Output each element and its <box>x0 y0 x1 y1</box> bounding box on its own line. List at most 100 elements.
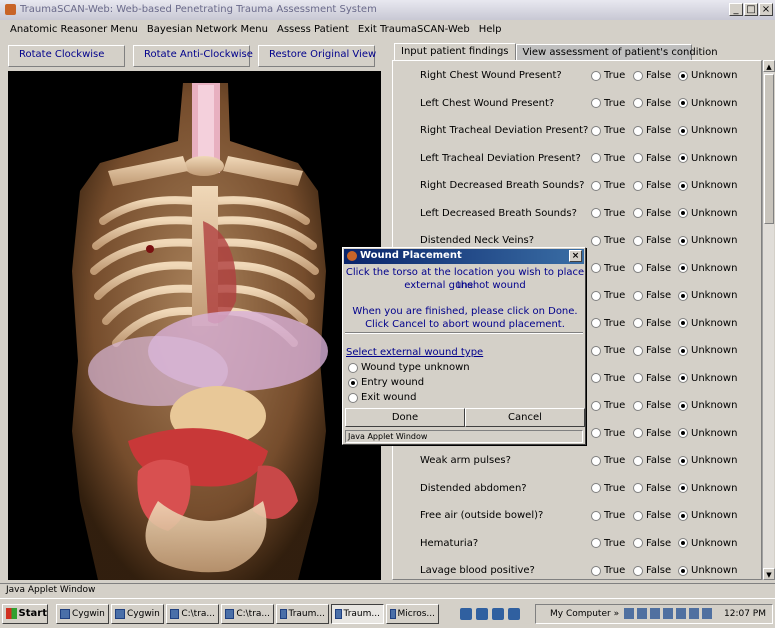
findings-scrollbar[interactable]: ▲ ▼ <box>762 60 775 580</box>
wound-type-entry-radio[interactable]: Entry wound <box>348 377 424 388</box>
taskbar-task-button[interactable]: Traum... <box>276 604 329 624</box>
tray-icon[interactable] <box>650 608 660 619</box>
finding-option-unknown-radio[interactable]: Unknown <box>678 428 737 439</box>
taskbar-task-button[interactable]: C:\tra... <box>221 604 274 624</box>
finding-option-true-radio[interactable]: True <box>591 565 625 576</box>
finding-option-false-radio[interactable]: False <box>633 400 671 411</box>
scroll-thumb[interactable] <box>764 74 774 224</box>
finding-option-unknown-radio[interactable]: Unknown <box>678 263 737 274</box>
menu-exit[interactable]: Exit TraumaSCAN-Web <box>358 20 475 41</box>
scroll-down-arrow[interactable]: ▼ <box>763 568 775 580</box>
finding-option-false-radio[interactable]: False <box>633 263 671 274</box>
finding-option-false-radio[interactable]: False <box>633 318 671 329</box>
finding-option-true-radio[interactable]: True <box>591 235 625 246</box>
finding-option-true-radio[interactable]: True <box>591 455 625 466</box>
finding-option-true-radio[interactable]: True <box>591 98 625 109</box>
finding-option-unknown-radio[interactable]: Unknown <box>678 455 737 466</box>
finding-option-true-radio[interactable]: True <box>591 400 625 411</box>
tray-icon[interactable] <box>676 608 686 619</box>
finding-option-unknown-radio[interactable]: Unknown <box>678 565 737 576</box>
finding-option-false-radio[interactable]: False <box>633 208 671 219</box>
finding-option-true-radio[interactable]: True <box>591 510 625 521</box>
wound-type-unknown-radio[interactable]: Wound type unknown <box>348 362 470 373</box>
tray-icon[interactable] <box>663 608 673 619</box>
finding-option-unknown-radio[interactable]: Unknown <box>678 235 737 246</box>
finding-option-unknown-radio[interactable]: Unknown <box>678 400 737 411</box>
finding-option-false-radio[interactable]: False <box>633 538 671 549</box>
torso-model-image[interactable] <box>8 71 381 580</box>
quicklaunch-icon[interactable] <box>476 608 488 620</box>
finding-option-true-radio[interactable]: True <box>591 125 625 136</box>
finding-option-false-radio[interactable]: False <box>633 455 671 466</box>
finding-option-unknown-radio[interactable]: Unknown <box>678 208 737 219</box>
finding-option-true-radio[interactable]: True <box>591 373 625 384</box>
minimize-button[interactable]: _ <box>729 3 743 16</box>
finding-option-true-radio[interactable]: True <box>591 208 625 219</box>
finding-option-false-radio[interactable]: False <box>633 125 671 136</box>
tray-icon[interactable] <box>689 608 699 619</box>
finding-option-false-radio[interactable]: False <box>633 235 671 246</box>
finding-option-false-radio[interactable]: False <box>633 483 671 494</box>
taskbar-task-button[interactable]: Cygwin <box>111 604 164 624</box>
scroll-up-arrow[interactable]: ▲ <box>763 60 775 72</box>
tab-input-findings[interactable]: Input patient findings <box>394 43 516 60</box>
finding-option-false-radio[interactable]: False <box>633 345 671 356</box>
finding-option-unknown-radio[interactable]: Unknown <box>678 483 737 494</box>
finding-option-unknown-radio[interactable]: Unknown <box>678 345 737 356</box>
tray-icon[interactable] <box>702 608 712 619</box>
finding-option-unknown-radio[interactable]: Unknown <box>678 290 737 301</box>
finding-option-true-radio[interactable]: True <box>591 538 625 549</box>
menu-bayesian-network[interactable]: Bayesian Network Menu <box>147 20 273 41</box>
finding-option-true-radio[interactable]: True <box>591 428 625 439</box>
finding-option-false-radio[interactable]: False <box>633 70 671 81</box>
torso-3d-viewport[interactable] <box>8 71 381 580</box>
cancel-button[interactable]: Cancel <box>465 408 585 427</box>
rotate-clockwise-button[interactable]: Rotate Clockwise <box>8 45 125 67</box>
close-button[interactable]: × <box>759 3 773 16</box>
quicklaunch-icon[interactable] <box>508 608 520 620</box>
restore-view-button[interactable]: Restore Original View <box>258 45 376 67</box>
taskbar-task-button[interactable]: Micros... <box>386 604 439 624</box>
quicklaunch-icon[interactable] <box>492 608 504 620</box>
finding-option-unknown-radio[interactable]: Unknown <box>678 318 737 329</box>
tray-icon[interactable] <box>637 608 647 619</box>
finding-option-false-radio[interactable]: False <box>633 510 671 521</box>
finding-option-unknown-radio[interactable]: Unknown <box>678 373 737 384</box>
finding-option-false-radio[interactable]: False <box>633 180 671 191</box>
finding-option-true-radio[interactable]: True <box>591 70 625 81</box>
finding-option-false-radio[interactable]: False <box>633 98 671 109</box>
menu-anatomic-reasoner[interactable]: Anatomic Reasoner Menu <box>10 20 143 41</box>
finding-option-unknown-radio[interactable]: Unknown <box>678 98 737 109</box>
finding-option-unknown-radio[interactable]: Unknown <box>678 538 737 549</box>
finding-option-unknown-radio[interactable]: Unknown <box>678 153 737 164</box>
tray-icon[interactable] <box>624 608 634 619</box>
done-button[interactable]: Done <box>345 408 465 427</box>
menu-help[interactable]: Help <box>479 20 507 41</box>
finding-option-true-radio[interactable]: True <box>591 263 625 274</box>
finding-option-false-radio[interactable]: False <box>633 153 671 164</box>
taskbar-task-button[interactable]: C:\tra... <box>166 604 219 624</box>
wound-type-exit-radio[interactable]: Exit wound <box>348 392 416 403</box>
finding-option-true-radio[interactable]: True <box>591 318 625 329</box>
finding-option-false-radio[interactable]: False <box>633 373 671 384</box>
finding-option-false-radio[interactable]: False <box>633 290 671 301</box>
rotate-anticlockwise-button[interactable]: Rotate Anti-Clockwise <box>133 45 253 67</box>
quicklaunch-icon[interactable] <box>460 608 472 620</box>
finding-option-true-radio[interactable]: True <box>591 153 625 164</box>
menu-assess-patient[interactable]: Assess Patient <box>277 20 354 41</box>
finding-option-false-radio[interactable]: False <box>633 428 671 439</box>
finding-option-true-radio[interactable]: True <box>591 290 625 301</box>
tab-view-assessment[interactable]: View assessment of patient's condition <box>515 44 718 61</box>
finding-option-unknown-radio[interactable]: Unknown <box>678 70 737 81</box>
finding-option-true-radio[interactable]: True <box>591 345 625 356</box>
dialog-close-button[interactable]: × <box>569 250 582 262</box>
maximize-button[interactable]: □ <box>744 3 758 16</box>
finding-option-unknown-radio[interactable]: Unknown <box>678 125 737 136</box>
tray-label[interactable]: My Computer » <box>550 609 619 619</box>
start-button[interactable]: Start <box>2 604 48 624</box>
finding-option-unknown-radio[interactable]: Unknown <box>678 510 737 521</box>
taskbar-task-button[interactable]: Cygwin <box>56 604 109 624</box>
finding-option-unknown-radio[interactable]: Unknown <box>678 180 737 191</box>
finding-option-true-radio[interactable]: True <box>591 483 625 494</box>
finding-option-true-radio[interactable]: True <box>591 180 625 191</box>
